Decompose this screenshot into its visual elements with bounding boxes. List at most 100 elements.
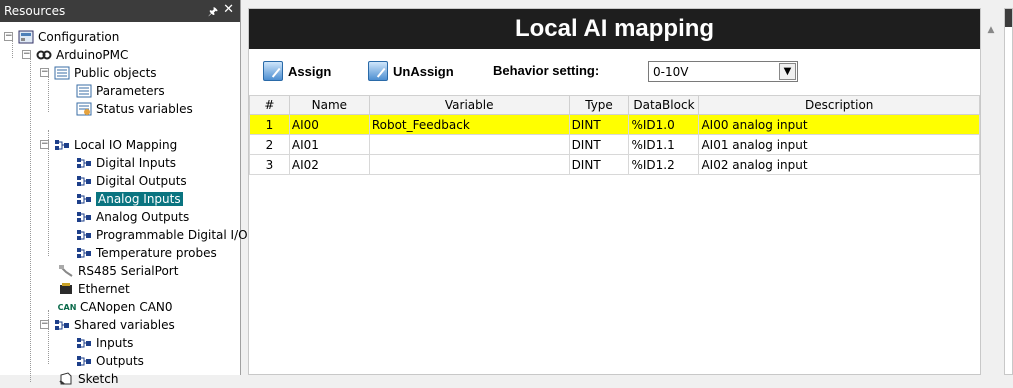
tree-item-digital-outputs[interactable]: Digital Outputs	[76, 172, 187, 190]
main-panel: Local AI mapping Assign UnAssign Behavio…	[248, 8, 981, 375]
close-icon[interactable]: ✕	[223, 2, 234, 17]
tree-item-sketch[interactable]: Sketch	[58, 370, 118, 388]
cell-datablock[interactable]: %ID1.0	[628, 114, 700, 135]
arduino-icon	[36, 48, 52, 62]
column-header-variable[interactable]: Variable	[368, 95, 570, 115]
tree-item-label: Status variables	[96, 102, 193, 116]
serial-icon	[58, 264, 74, 278]
tree-item-shared-variables[interactable]: − Shared variables	[40, 316, 175, 334]
io-icon	[76, 336, 92, 350]
collapse-icon[interactable]: −	[22, 50, 31, 59]
io-icon	[54, 138, 70, 152]
tree-item-ethernet[interactable]: Ethernet	[58, 280, 130, 298]
ethernet-icon	[58, 282, 74, 296]
io-icon	[76, 246, 92, 260]
io-icon	[54, 318, 70, 332]
assign-button[interactable]: Assign	[263, 61, 331, 81]
toolbar: Assign UnAssign Behavior setting: 0-10V …	[249, 49, 980, 95]
cell-index: 3	[249, 154, 290, 175]
tree-item-digital-inputs[interactable]: Digital Inputs	[76, 154, 176, 172]
io-icon	[76, 156, 92, 170]
collapse-icon[interactable]: −	[40, 140, 49, 149]
tree-item-rs485-serialport[interactable]: RS485 SerialPort	[58, 262, 178, 280]
column-header-datablock[interactable]: DataBlock	[628, 95, 700, 115]
behavior-setting-label: Behavior setting:	[493, 63, 600, 78]
tree-item-analog-outputs[interactable]: Analog Outputs	[76, 208, 189, 226]
cell-name[interactable]: AI01	[288, 134, 370, 155]
tree-item-programmable-digital-io[interactable]: Programmable Digital I/O	[76, 226, 248, 244]
resources-panel: Resources 🖈 ✕ − Configuration − ArduinoP…	[0, 0, 248, 386]
tree-item-configuration[interactable]: − Configuration	[4, 28, 119, 46]
tree-item-label: Shared variables	[74, 318, 175, 332]
cell-variable[interactable]	[368, 134, 570, 155]
chevron-down-icon[interactable]: ▼	[779, 63, 796, 80]
cell-type[interactable]: DINT	[568, 114, 630, 135]
table-row[interactable]: 1 AI00 Robot_Feedback DINT %ID1.0 AI00 a…	[249, 114, 980, 135]
cell-datablock[interactable]: %ID1.1	[628, 134, 700, 155]
tree-item-label: ArduinoPMC	[56, 48, 129, 62]
collapse-icon[interactable]: −	[40, 68, 49, 77]
tree-item-status-variables[interactable]: Status variables	[76, 100, 193, 118]
io-icon	[76, 210, 92, 224]
tree-item-outputs[interactable]: Outputs	[76, 352, 144, 370]
tree-item-parameters[interactable]: Parameters	[76, 82, 165, 100]
collapse-icon[interactable]: −	[4, 32, 13, 41]
cell-datablock[interactable]: %ID1.2	[628, 154, 700, 175]
configuration-icon	[18, 30, 34, 44]
cell-variable[interactable]: Robot_Feedback	[368, 114, 570, 135]
tree-item-temperature-probes[interactable]: Temperature probes	[76, 244, 217, 262]
cell-type[interactable]: DINT	[568, 134, 630, 155]
right-docked-panel	[1004, 8, 1013, 375]
table-header-row: # Name Variable Type DataBlock Descripti…	[249, 95, 980, 115]
cell-index: 1	[249, 114, 290, 135]
table-row[interactable]: 2 AI01 DINT %ID1.1 AI01 analog input	[249, 134, 980, 155]
scroll-up-icon[interactable]: ▲	[984, 25, 998, 39]
status-icon	[76, 102, 92, 116]
cell-description[interactable]: AI00 analog input	[698, 114, 980, 135]
tree-item-label: Ethernet	[78, 282, 130, 296]
tree-item-label: CANopen CAN0	[80, 300, 173, 314]
can-icon: CAN	[57, 302, 77, 312]
unassign-label: UnAssign	[393, 63, 454, 79]
assign-icon	[263, 61, 283, 81]
column-header-index[interactable]: #	[249, 95, 290, 115]
mapping-table: # Name Variable Type DataBlock Descripti…	[249, 95, 980, 175]
tree-item-label: Public objects	[74, 66, 157, 80]
tree-item-label: Outputs	[96, 354, 144, 368]
list-icon	[76, 84, 92, 98]
tree-item-canopen-can0[interactable]: CAN CANopen CAN0	[58, 298, 173, 316]
cell-name[interactable]: AI02	[288, 154, 370, 175]
tree-item-analog-inputs[interactable]: Analog Inputs	[76, 190, 183, 208]
io-icon	[76, 228, 92, 242]
cell-type[interactable]: DINT	[568, 154, 630, 175]
table-row[interactable]: 3 AI02 DINT %ID1.2 AI02 analog input	[249, 154, 980, 175]
cell-index: 2	[249, 134, 290, 155]
tree-item-label: Digital Outputs	[96, 174, 187, 188]
pin-icon[interactable]: 🖈	[208, 3, 218, 22]
tree-item-label: Analog Inputs	[96, 192, 183, 206]
cell-description[interactable]: AI01 analog input	[698, 134, 980, 155]
cell-name[interactable]: AI00	[288, 114, 370, 135]
tree-item-label: RS485 SerialPort	[78, 264, 179, 278]
tree-item-label: Configuration	[38, 30, 120, 44]
cell-variable[interactable]	[368, 154, 570, 175]
column-header-description[interactable]: Description	[698, 95, 980, 115]
behavior-setting-select[interactable]: 0-10V ▼	[648, 61, 798, 82]
column-header-type[interactable]: Type	[568, 95, 630, 115]
tree-item-label: Parameters	[96, 84, 165, 98]
tree-item-label: Inputs	[96, 336, 134, 350]
tree-item-inputs[interactable]: Inputs	[76, 334, 133, 352]
tree-item-public-objects[interactable]: − Public objects	[40, 64, 157, 82]
tree-item-arduinopmc[interactable]: − ArduinoPMC	[22, 46, 128, 64]
page-title: Local AI mapping	[249, 9, 980, 49]
column-header-name[interactable]: Name	[288, 95, 370, 115]
collapse-icon[interactable]: −	[40, 320, 49, 329]
io-icon	[76, 174, 92, 188]
tree-item-label: Programmable Digital I/O	[96, 228, 248, 242]
tree-item-label: Local IO Mapping	[74, 138, 178, 152]
tree-item-local-io-mapping[interactable]: − Local IO Mapping	[40, 136, 177, 154]
io-icon	[76, 192, 92, 206]
unassign-button[interactable]: UnAssign	[368, 61, 454, 81]
cell-description[interactable]: AI02 analog input	[698, 154, 980, 175]
tree-item-label: Digital Inputs	[96, 156, 177, 170]
